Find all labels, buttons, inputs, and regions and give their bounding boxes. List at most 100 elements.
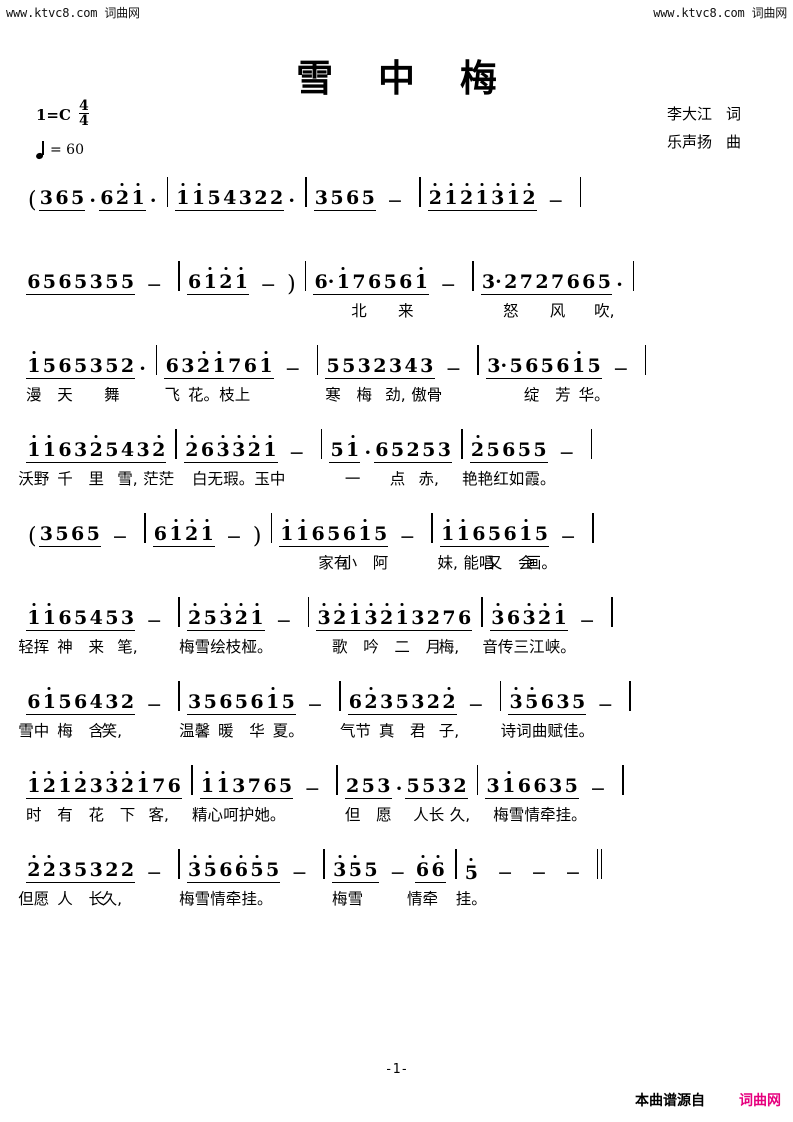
measure: 1 1 6 5 6 1 5−	[279, 501, 424, 547]
lyric-syllable: 花	[88, 806, 104, 824]
notes-row: 2 2 3 5 3 2 2−3 5 6 6 5 5−3 5 5−6 6 5− − −	[26, 837, 768, 883]
note: 7	[442, 607, 456, 629]
note: 5	[42, 355, 57, 377]
beamed-note-group: 3· 5 6 5 6 1 5	[486, 351, 602, 379]
duration-dash: −	[467, 694, 484, 716]
watermark-right: www.ktvc8.com 词曲网	[653, 6, 787, 20]
staff-system: (3 6 5 · 6 2 1 · 1 1 5 4 3 2 2 · 3 5 6 5−2 1 2 1 3 1 2−	[26, 165, 768, 239]
note: 6	[58, 607, 72, 629]
lyric-syllable: 二	[394, 638, 410, 656]
barline	[592, 513, 594, 543]
note: 1	[414, 267, 430, 292]
note: 5	[278, 775, 293, 797]
note: 5	[486, 439, 500, 461]
lyric-syllable: 赤,	[418, 470, 439, 488]
barline	[431, 513, 433, 543]
note: 5	[540, 355, 554, 377]
note: 3	[89, 355, 103, 377]
note: 3	[316, 603, 332, 628]
beamed-note-group: 2121312	[427, 183, 537, 211]
note: 3	[136, 439, 150, 461]
barline	[178, 849, 180, 879]
footer-credit-text: 本曲谱源自	[635, 1093, 705, 1109]
note: 5	[86, 523, 100, 545]
lyric-syllable: 劲,	[385, 386, 406, 404]
duration-dash: −	[275, 610, 292, 632]
barline	[499, 681, 502, 711]
beamed-note-group: 25321	[186, 603, 265, 631]
key-label: 1=C	[36, 105, 71, 124]
lyric-syllable: 一	[344, 470, 361, 488]
barline	[476, 765, 479, 795]
beamed-note-group: 6121	[186, 267, 250, 295]
note: 5	[509, 355, 523, 377]
note: 2	[187, 603, 203, 628]
barline	[307, 597, 310, 627]
note: 5	[524, 687, 540, 712]
notes-row: (3 5 6 5−6 1 2 1−) 1 1 6 5 6 1 5−1 1 6 5 6 1 5−	[26, 501, 768, 548]
augmentation-dot: ·	[364, 442, 372, 464]
measure: 1 1 6 5 6 1 5−	[439, 501, 585, 547]
lyrics-row: 轻挥神来笔, 梅雪 绘枝 桠。歌吟二月梅, 音传 三江 峡。	[18, 631, 768, 659]
augmentation-dot: ·	[616, 274, 623, 296]
note: 1	[199, 519, 215, 544]
measure: 3 5 6 3 5−	[508, 669, 622, 715]
note: 5	[364, 859, 378, 881]
note: 5	[234, 691, 249, 713]
lyric-syllable: 花。	[187, 386, 220, 404]
note: 5	[597, 271, 612, 293]
tempo-marking: = 60	[35, 141, 89, 160]
lyric-syllable: 挂。	[555, 806, 587, 824]
note: 5	[571, 691, 586, 713]
notes-row: (3 6 5 · 6 2 1 · 1 1 5 4 3 2 2 · 3 5 6 5−2 1 2 1 3 1 2−	[26, 165, 768, 212]
note: 1	[506, 183, 522, 208]
staff-system: 1 1 6 3 2 5 4 3 2 2 6 3 3 2 1−5 1 · 6 5 2 5 3 2 5 6 5 5− 沃野千里雪, 茫茫 白无…	[18, 417, 768, 491]
note: 1	[42, 435, 58, 460]
lyric-syllable: 梅雪	[493, 806, 525, 824]
note: 3	[39, 523, 54, 545]
lyric-syllable: 情牵	[524, 806, 556, 824]
beamed-note-group: 6565355	[26, 271, 136, 295]
measure: 6 1 5 6 4 3 2−	[26, 669, 171, 715]
note: 4	[89, 691, 103, 713]
barline	[166, 177, 169, 207]
note: 6	[243, 355, 257, 377]
note: 2	[120, 691, 135, 713]
staff-system: 6 5 6 5 3 5 5−6 1 2 1−) 6· 1 7 6 5 6 1−3· 2 7 2 7 6 6 5 · 北来怒风吹,	[26, 249, 768, 323]
lyric-syllable: 久,	[449, 806, 471, 824]
note: 2	[120, 355, 135, 377]
lyric-syllable: 人	[57, 890, 73, 908]
barline	[644, 345, 647, 375]
measure: 3· 2 7 2 7 6 6 5 ·	[480, 249, 626, 296]
duration-dash: −	[564, 862, 581, 884]
measure: 1 1 6 5 4 5 3−	[26, 585, 171, 631]
note: 2	[537, 603, 553, 628]
lyric-syllable: 梅雪	[179, 890, 211, 908]
note: 2	[218, 267, 234, 292]
beamed-note-group: 51	[329, 435, 361, 463]
barline	[472, 261, 474, 291]
note: 3	[232, 775, 246, 797]
lyric-syllable: 来	[88, 638, 104, 656]
lyric-syllable: 气节	[339, 722, 371, 740]
measure: 3 5 5−6 6	[331, 837, 448, 883]
duration-dash: −	[284, 358, 301, 380]
barline	[418, 177, 421, 207]
lyric-syllable: 华	[249, 722, 265, 740]
duration-dash: −	[531, 862, 547, 884]
note: 3	[89, 271, 103, 293]
note: 2	[521, 183, 537, 208]
note: 1	[191, 183, 207, 208]
lyric-syllable: 夏。	[272, 722, 304, 740]
note: 5	[105, 271, 119, 293]
note: 5	[266, 859, 280, 881]
lyric-syllable: 时	[26, 806, 42, 824]
staff-system: 1 5 6 5 3 5 2 · 6 3 2 1 7 6 1−5 5 3 2 3 4 3−3· 5 6 5 6 1 5− 漫天舞飞花。枝…	[26, 333, 768, 407]
measure: 5 1 · 6 5 2 5 3	[329, 417, 454, 463]
note: 6	[556, 355, 570, 377]
note: 6	[27, 271, 41, 293]
duration-dash: −	[146, 694, 163, 716]
note: 6	[367, 271, 382, 293]
barline	[178, 681, 180, 711]
note: 7	[550, 271, 565, 293]
